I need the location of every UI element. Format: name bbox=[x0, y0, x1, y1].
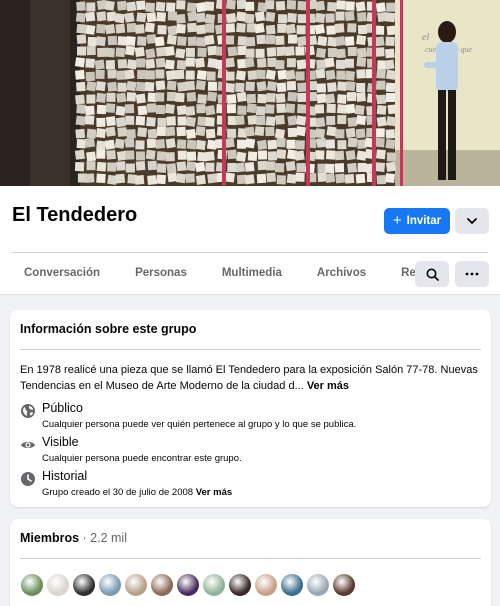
privacy-title: Público bbox=[42, 401, 83, 415]
group-tabs: Conversación Personas Multimedia Archivo… bbox=[12, 260, 455, 286]
members-separator: · bbox=[79, 531, 91, 545]
about-description: En 1978 realicé una pieza que se llamó E… bbox=[20, 362, 479, 394]
members-count: 2.2 mil bbox=[90, 531, 127, 545]
visibility-title: Visible bbox=[42, 435, 79, 449]
invite-label: Invitar bbox=[406, 215, 442, 227]
privacy-subtitle: Cualquier persona puede ver quién perten… bbox=[42, 419, 357, 430]
search-icon bbox=[426, 268, 439, 281]
visibility-subtitle: Cualquier persona puede encontrar este g… bbox=[42, 453, 242, 464]
group-header: El Tendedero + Invitar Conversación Pers… bbox=[0, 186, 500, 295]
more-options-button[interactable] bbox=[455, 261, 489, 287]
ellipsis-icon bbox=[465, 272, 479, 276]
member-avatar[interactable] bbox=[280, 573, 304, 597]
member-avatar[interactable] bbox=[124, 573, 148, 597]
members-divider bbox=[20, 558, 481, 559]
history-see-more-link[interactable]: Ver más bbox=[196, 487, 232, 498]
members-title[interactable]: Miembros · 2.2 mil bbox=[20, 531, 127, 545]
plus-icon: + bbox=[392, 212, 402, 229]
group-name[interactable]: El Tendedero bbox=[12, 204, 137, 227]
member-avatar[interactable] bbox=[254, 573, 278, 597]
about-title: Información sobre este grupo bbox=[20, 322, 197, 336]
about-card: Información sobre este grupo En 1978 rea… bbox=[10, 310, 491, 507]
members-card: Miembros · 2.2 mil bbox=[10, 519, 491, 606]
member-avatar[interactable] bbox=[98, 573, 122, 597]
history-subtitle-text: Grupo creado el 30 de julio de 2008 bbox=[42, 487, 194, 498]
eye-icon bbox=[21, 442, 35, 448]
search-button[interactable] bbox=[415, 261, 449, 287]
header-dropdown-button[interactable] bbox=[455, 208, 489, 234]
cover-photo[interactable]: el cuelgan lo que bbox=[0, 0, 500, 186]
member-avatar[interactable] bbox=[306, 573, 330, 597]
svg-text:el: el bbox=[422, 32, 429, 43]
see-more-link[interactable]: Ver más bbox=[307, 380, 349, 392]
member-avatar[interactable] bbox=[228, 573, 252, 597]
member-avatar[interactable] bbox=[46, 573, 70, 597]
tab-conversacion[interactable]: Conversación bbox=[12, 260, 100, 286]
tab-personas[interactable]: Personas bbox=[123, 260, 187, 286]
about-description-text: En 1978 realicé una pieza que se llamó E… bbox=[20, 364, 478, 392]
members-label: Miembros bbox=[20, 531, 80, 545]
member-avatar[interactable] bbox=[176, 573, 200, 597]
member-avatars bbox=[20, 573, 356, 597]
header-divider bbox=[12, 252, 488, 253]
member-avatar[interactable] bbox=[202, 573, 226, 597]
tab-archivos[interactable]: Archivos bbox=[305, 260, 366, 286]
invite-button[interactable]: + Invitar bbox=[384, 208, 450, 234]
about-divider bbox=[20, 349, 481, 350]
member-avatar[interactable] bbox=[72, 573, 96, 597]
history-subtitle: Grupo creado el 30 de julio de 2008 Ver … bbox=[42, 487, 232, 498]
chevron-down-icon bbox=[467, 218, 477, 224]
history-title: Historial bbox=[42, 469, 88, 483]
clock-icon bbox=[21, 472, 35, 486]
globe-icon bbox=[21, 404, 35, 418]
member-avatar[interactable] bbox=[20, 573, 44, 597]
member-avatar[interactable] bbox=[150, 573, 174, 597]
tab-multimedia[interactable]: Multimedia bbox=[210, 260, 282, 286]
member-avatar[interactable] bbox=[332, 573, 356, 597]
cover-photo-image: el cuelgan lo que bbox=[0, 0, 500, 186]
